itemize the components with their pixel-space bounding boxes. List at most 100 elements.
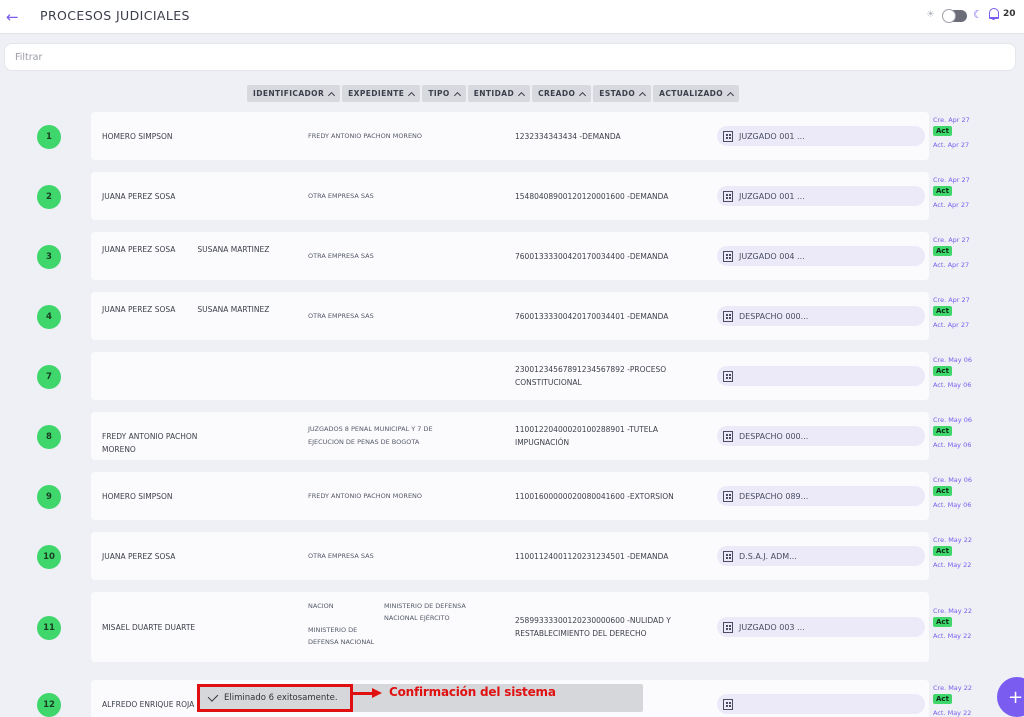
process-card[interactable]: FREDY ANTONIO PACHON MORENO JUZGADOS 8 PE… [91, 412, 929, 460]
identifier-name: JUANA PEREZ SOSA [102, 245, 176, 254]
entity-pill[interactable]: DESPACHO 089... [717, 486, 925, 506]
identifier-cell: JUANA PEREZ SOSA SUSANA MARTINEZ [102, 243, 302, 256]
tipo-cell: 2300123456789123456789​2 -PROCESO CONSTI… [515, 365, 667, 387]
row-number-badge: 10 [37, 545, 61, 569]
sort-button-entidad[interactable]: ENTIDAD [467, 85, 531, 102]
entity-pill[interactable]: DESPACHO 000... [717, 306, 925, 326]
status-badge: Act [933, 486, 952, 496]
building-icon [723, 430, 733, 442]
status-badge: Act [933, 694, 952, 704]
table-row[interactable]: 4 JUANA PEREZ SOSA SUSANA MARTINEZ OTRA EMP… [0, 292, 1024, 340]
table-row[interactable]: 3 JUANA PEREZ SOSA SUSANA MARTINEZ OTRA EMP… [0, 232, 1024, 280]
entity-pill[interactable]: JUZGADO 001 ... [717, 186, 925, 206]
sort-button-creado[interactable]: CREADO [532, 85, 592, 102]
status-badge: Act [933, 126, 952, 136]
status-meta: Cre. May 22 Act Act. May 22 [933, 684, 993, 717]
theme-toggle[interactable] [942, 9, 967, 23]
expediente-cell: FREDY ANTONIO PACHON MORENO [308, 490, 508, 503]
row-number-badge: 12 [37, 693, 61, 717]
process-card[interactable]: JUANA PEREZ SOSA OTRA EMPRESA SAS 15480408… [91, 172, 929, 220]
table-row[interactable]: 1 HOMERO SIMPSON FREDY ANTONIO PACHON MORE… [0, 112, 1024, 160]
identifier-name: ALFREDO ENRIQUE ROJA [102, 699, 195, 709]
entity-pill[interactable]: D.S.A.J. ADM... [717, 546, 925, 566]
sort-button-actualizado[interactable]: ACTUALIZADO [653, 85, 740, 102]
process-card[interactable]: 2300123456789123456789​2 -PROCESO CONSTI… [91, 352, 929, 400]
sort-button-expediente[interactable]: EXPEDIENTE [342, 85, 421, 102]
process-card[interactable]: HOMERO SIMPSON FREDY ANTONIO PACHON MOREN… [91, 112, 929, 160]
updated-date: Act. May 06 [933, 441, 972, 449]
entity-pill[interactable] [717, 694, 925, 714]
identifier-name: FREDY ANTONIO PACHON MORENO [102, 431, 198, 454]
created-date: Cre. Apr 27 [933, 296, 970, 304]
expediente-party: FREDY ANTONIO PACHON MORENO [308, 131, 423, 140]
page-title: PROCESOS JUDICIALES [40, 8, 190, 23]
entity-name: D.S.A.J. ADM... [739, 551, 797, 561]
back-arrow-icon[interactable]: ← [6, 8, 19, 26]
table-row[interactable]: 11 MISAEL DUARTE DUARTE NACION MINISTERIO D… [0, 592, 1024, 662]
building-icon [723, 310, 733, 322]
sort-button-estado[interactable]: ESTADO [593, 85, 652, 102]
status-badge: Act [933, 186, 952, 196]
sort-label: ENTIDAD [473, 89, 515, 98]
identifier-cell: JUANA PEREZ SOSA SUSANA MARTINEZ [102, 303, 302, 316]
table-row[interactable]: 10 JUANA PEREZ SOSA OTRA EMPRESA SAS 110011… [0, 532, 1024, 580]
annotation-arrow-head [372, 688, 382, 698]
expediente-party: JUZGADOS 8 PENAL MUNICIPAL Y 7 DE EJECUC… [308, 425, 433, 446]
expediente-party: MINISTERIO DE DEFENSA NACIONAL [308, 626, 375, 646]
chevron-up-icon [328, 91, 336, 99]
entity-name: JUZGADO 004 ... [739, 251, 805, 261]
identifier-name: SUSANA MARTINEZ [197, 245, 270, 254]
filter-input[interactable] [5, 44, 1015, 70]
check-icon [207, 691, 219, 702]
entity-pill[interactable]: DESPACHO 000... [717, 426, 925, 446]
process-card[interactable]: HOMERO SIMPSON FREDY ANTONIO PACHON MOREN… [91, 472, 929, 520]
expediente-party: OTRA EMPRESA SAS [308, 251, 374, 260]
chevron-up-icon [518, 91, 526, 99]
sort-label: CREADO [538, 89, 576, 98]
tipo-cell: 76001333300420170034401 -DEMANDA [515, 311, 669, 321]
identifier-cell: JUANA PEREZ SOSA [102, 550, 302, 563]
entity-pill[interactable]: JUZGADO 001 ... [717, 126, 925, 146]
row-number-badge: 11 [37, 616, 61, 640]
sort-button-identificador[interactable]: IDENTIFICADOR [247, 85, 341, 102]
entity-name: DESPACHO 000... [739, 431, 809, 441]
status-badge: Act [933, 366, 952, 376]
updated-date: Act. Apr 27 [933, 201, 970, 209]
created-date: Cre. Apr 27 [933, 236, 970, 244]
process-card[interactable]: JUANA PEREZ SOSA SUSANA MARTINEZ OTRA EMPR… [91, 292, 929, 340]
identifier-name: MISAEL DUARTE DUARTE [102, 622, 196, 632]
table-row[interactable]: 8 FREDY ANTONIO PACHON MORENO JUZGADOS 8 P… [0, 412, 1024, 460]
table-row[interactable]: 7 2300123456789123456789​2 -PROCESO CONST… [0, 352, 1024, 400]
table-row[interactable]: 2 JUANA PEREZ SOSA OTRA EMPRESA SAS 1548040… [0, 172, 1024, 220]
bell-icon[interactable] [989, 8, 999, 20]
entity-pill[interactable] [717, 366, 925, 386]
process-card[interactable]: MISAEL DUARTE DUARTE NACION MINISTERIO DE … [91, 592, 929, 662]
identifier-cell: HOMERO SIMPSON [102, 130, 302, 143]
table-row[interactable]: 9 HOMERO SIMPSON FREDY ANTONIO PACHON MORE… [0, 472, 1024, 520]
created-date: Cre. May 22 [933, 684, 972, 692]
chevron-up-icon [453, 91, 461, 99]
entity-pill[interactable]: JUZGADO 003 ... [717, 617, 925, 637]
row-number-badge: 9 [37, 485, 61, 509]
identifier-cell: MISAEL DUARTE DUARTE [102, 621, 302, 634]
sort-bar: IDENTIFICADOR EXPEDIENTE TIPO ENTIDAD CREADO… [247, 85, 740, 102]
created-date: Cre. May 22 [933, 536, 972, 544]
identifier-cell: FREDY ANTONIO PACHON MORENO [102, 430, 302, 456]
identifier-cell: JUANA PEREZ SOSA [102, 190, 302, 203]
process-card[interactable]: JUANA PEREZ SOSA OTRA EMPRESA SAS 11001124… [91, 532, 929, 580]
status-meta: Cre. May 06 Act Act. May 06 [933, 476, 993, 510]
sort-button-tipo[interactable]: TIPO [422, 85, 466, 102]
tipo-cell: 11001600000020080041600 -EXTORSION [515, 491, 674, 501]
entity-name: JUZGADO 001 ... [739, 131, 805, 141]
updated-date: Act. May 22 [933, 709, 972, 717]
process-card[interactable]: JUANA PEREZ SOSA SUSANA MARTINEZ OTRA EMPR… [91, 232, 929, 280]
building-icon [723, 250, 733, 262]
created-date: Cre. May 06 [933, 476, 972, 484]
building-icon [723, 130, 733, 142]
identifier-name: JUANA PEREZ SOSA [102, 551, 176, 561]
entity-pill[interactable]: JUZGADO 004 ... [717, 246, 925, 266]
entity-name: DESPACHO 000... [739, 311, 809, 321]
moon-icon: ☾ [973, 8, 983, 21]
status-badge: Act [933, 426, 952, 436]
tipo-cell: 76001333300420170034400 -DEMANDA [515, 251, 669, 261]
